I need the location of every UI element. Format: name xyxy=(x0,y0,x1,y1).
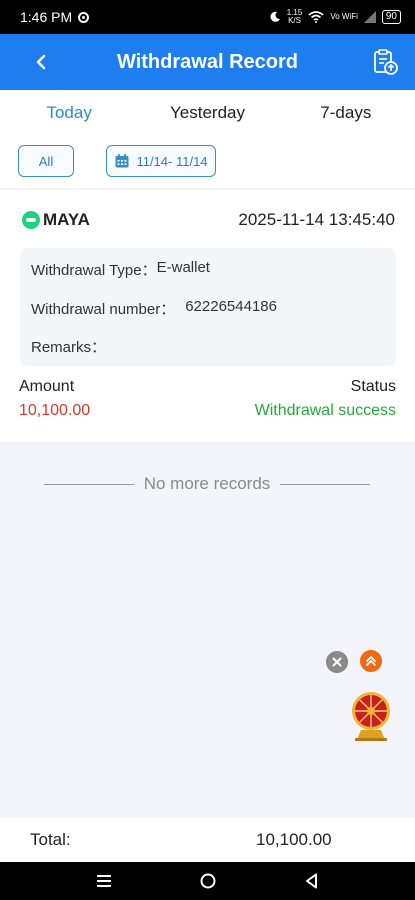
all-filter-button[interactable]: All xyxy=(18,145,74,177)
no-more-records: No more records xyxy=(44,474,371,494)
total-bar: Total: 10,100.00 xyxy=(0,818,415,862)
no-more-records-text: No more records xyxy=(143,474,271,493)
date-range-label: 11/14- 11/14 xyxy=(136,153,208,169)
page-title: Withdrawal Record xyxy=(117,50,298,73)
tab-yesterday[interactable]: Yesterday xyxy=(138,90,276,138)
record-datetime: 2025-11-14 13:45:40 xyxy=(238,210,395,229)
filter-bar: All 11/14- 11/14 xyxy=(0,138,415,188)
vowifi-label: Vo WiFi xyxy=(330,12,358,21)
net-speed: 1.15 K/S xyxy=(287,9,303,25)
status-time: 1:46 PM xyxy=(20,9,73,25)
back-nav-icon[interactable] xyxy=(302,871,322,891)
maya-logo-icon xyxy=(22,211,40,229)
withdrawal-type-row: Withdrawal Type： E-wallet xyxy=(31,259,210,280)
payment-brand: MAYA xyxy=(22,210,90,230)
calendar-icon xyxy=(115,154,129,168)
net-speed-unit: K/S xyxy=(288,16,301,25)
wifi-icon xyxy=(308,11,324,23)
status-bar: 1:46 PM 1.15 K/S Vo WiFi 90 xyxy=(0,0,415,34)
system-nav-bar xyxy=(0,862,415,900)
date-range-button[interactable]: 11/14- 11/14 xyxy=(106,145,216,177)
divider-line-left xyxy=(44,483,134,485)
withdrawal-number-row: Withdrawal number： 62226544186 xyxy=(31,298,277,319)
amount-label: Amount xyxy=(19,378,75,395)
brand-name: MAYA xyxy=(43,210,90,229)
app-header: Withdrawal Record xyxy=(0,34,415,90)
status-bar-right: 1.15 K/S Vo WiFi 90 xyxy=(269,9,401,25)
remarks-row: Remarks： xyxy=(31,336,106,357)
recent-apps-icon[interactable] xyxy=(94,871,114,891)
moon-icon xyxy=(270,11,280,22)
lucky-wheel-icon[interactable] xyxy=(350,690,392,742)
divider-line-right xyxy=(280,483,371,485)
amount-value: 10,100.00 xyxy=(19,402,91,419)
withdrawal-type-label: Withdrawal Type： xyxy=(31,262,157,279)
remarks-label: Remarks： xyxy=(31,339,107,356)
status-bar-left: 1:46 PM xyxy=(20,9,90,25)
tab-7-days[interactable]: 7-days xyxy=(277,90,415,138)
chevron-left-icon[interactable] xyxy=(32,51,52,73)
total-value: 10,100.00 xyxy=(256,830,332,849)
status-value: Withdrawal success xyxy=(254,402,396,419)
clipboard-upload-icon[interactable] xyxy=(371,48,399,76)
signal-icon xyxy=(363,11,376,23)
withdrawal-number-label: Withdrawal number： xyxy=(31,301,176,318)
withdrawal-number-value: 62226544186 xyxy=(185,298,277,315)
messenger-notification-icon xyxy=(78,11,90,23)
all-filter-label: All xyxy=(38,153,54,169)
record-details: Withdrawal Type： E-wallet Withdrawal num… xyxy=(20,248,396,366)
date-tabs: Today Yesterday 7-days xyxy=(0,90,415,140)
withdrawal-record-card[interactable]: MAYA 2025-11-14 13:45:40 Withdrawal Type… xyxy=(0,190,415,442)
scroll-to-top-icon[interactable] xyxy=(360,650,382,672)
status-label: Status xyxy=(350,378,396,395)
tab-today[interactable]: Today xyxy=(0,90,139,140)
withdrawal-type-value: E-wallet xyxy=(156,259,210,276)
battery-level: 90 xyxy=(381,10,401,24)
close-icon[interactable] xyxy=(326,651,348,673)
home-icon[interactable] xyxy=(198,871,218,891)
total-label: Total: xyxy=(30,830,71,849)
